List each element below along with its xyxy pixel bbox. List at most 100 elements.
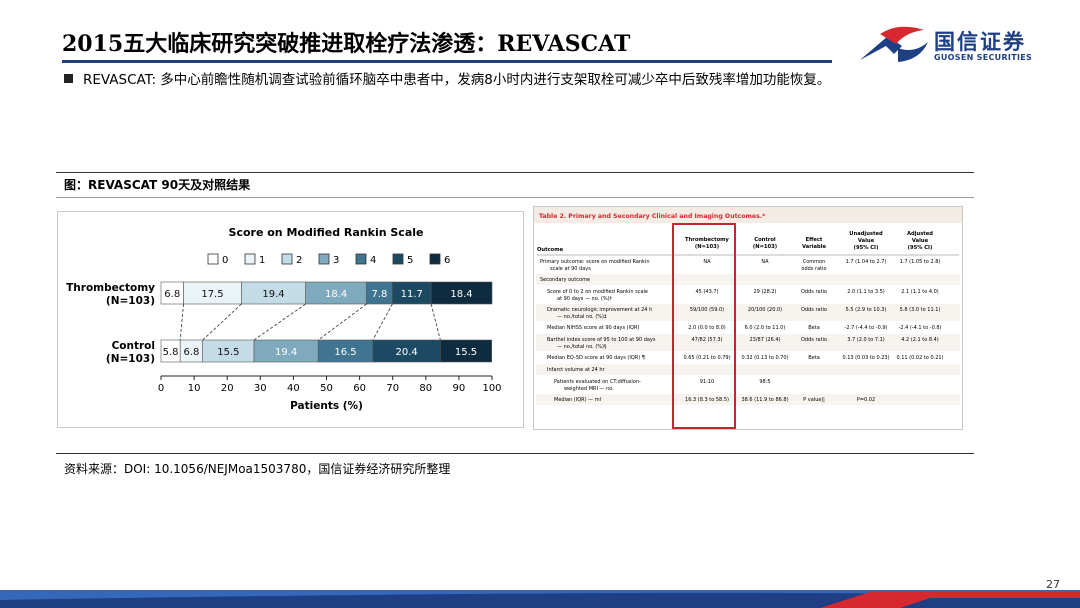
bar-label-control-mrs-0: 5.8 bbox=[163, 347, 179, 358]
logo-text-en: GUOSEN SECURITIES bbox=[934, 53, 1033, 62]
table-cell: 2.0 (1.1 to 3.5) bbox=[847, 289, 885, 295]
table-row-label: scale at 90 days bbox=[550, 266, 591, 272]
table-cell: -2.4 (-4.1 to -0.8) bbox=[899, 325, 942, 331]
row-n-control: (N=103) bbox=[106, 353, 155, 365]
table-header-col-2: Control bbox=[754, 237, 776, 243]
table-row-label: Dramatic neurologic improvement at 24 h bbox=[547, 307, 652, 313]
bar-label-thrombectomy-mrs-6: 18.4 bbox=[450, 289, 472, 300]
table-row-label: — no./total no. (%)§ bbox=[557, 344, 607, 350]
legend-label-4: 4 bbox=[370, 255, 376, 266]
legend-label-6: 6 bbox=[444, 255, 450, 266]
bar-label-thrombectomy-mrs-2: 19.4 bbox=[262, 289, 284, 300]
x-tick-label-60: 60 bbox=[353, 383, 366, 394]
x-axis-label: Patients (%) bbox=[290, 400, 363, 412]
bar-label-control-mrs-4: 16.5 bbox=[334, 347, 356, 358]
bar-label-thrombectomy-mrs-1: 17.5 bbox=[201, 289, 223, 300]
table-cell: 29 (28.2) bbox=[754, 289, 777, 295]
boundary-connector bbox=[317, 303, 367, 341]
table-cell: 1.7 (1.04 to 2.7) bbox=[846, 259, 887, 265]
footer-band bbox=[0, 590, 1080, 608]
table-header-col-5: Adjusted bbox=[907, 231, 933, 237]
table-cell: 38.6 (11.9 to 86.8) bbox=[741, 397, 788, 403]
table-row-label: Secondary outcome bbox=[540, 277, 590, 283]
legend-swatch-3 bbox=[318, 253, 330, 265]
table-cell: 20/100 (20.0) bbox=[748, 307, 782, 313]
bar-label-thrombectomy-mrs-5: 11.7 bbox=[401, 289, 423, 300]
table-cell: Odds ratio bbox=[801, 307, 827, 313]
table-header-col-1: Thrombectomy bbox=[685, 237, 730, 243]
table-cell: Beta bbox=[808, 355, 820, 361]
table-row-band bbox=[536, 274, 960, 285]
row-n-thrombectomy: (N=103) bbox=[106, 295, 155, 307]
x-tick-label-80: 80 bbox=[419, 383, 432, 394]
table-row-label: Barthel index score of 95 to 100 at 90 d… bbox=[547, 337, 656, 343]
mrs-stacked-bar-chart: Score on Modified Rankin Scale 0 1 2 3 4 5 6 6.8… bbox=[66, 226, 501, 412]
bar-label-control-mrs-6: 15.5 bbox=[455, 347, 477, 358]
table-cell: -2.7 (-4.4 to -0.9) bbox=[845, 325, 888, 331]
legend-label-0: 0 bbox=[222, 255, 228, 266]
table-cell: 4.2 (2.1 to 8.4) bbox=[901, 337, 939, 343]
table-cell: 45 (43.7) bbox=[696, 289, 719, 295]
table-row-label: weighted MRI — no. bbox=[564, 386, 614, 392]
bullet-square-icon bbox=[64, 74, 73, 83]
guosen-logo: 国信证券 GUOSEN SECURITIES bbox=[858, 24, 1038, 68]
mrs-chart-panel: Score on Modified Rankin Scale 0 1 2 3 4 5 6 6.8… bbox=[57, 211, 524, 428]
table-row-label: Median NIHSS score at 90 days (IQR) bbox=[547, 325, 640, 331]
table-cell: Beta bbox=[808, 325, 820, 331]
table-row-label: Median (IQR) — ml bbox=[554, 397, 601, 403]
bar-label-control-mrs-1: 6.8 bbox=[183, 347, 199, 358]
outcomes-table-panel: Table 2. Primary and Secondary Clinical … bbox=[533, 206, 963, 430]
table-header-col-3: Variable bbox=[802, 244, 827, 250]
table-header-col-4: Unadjusted bbox=[849, 231, 883, 237]
table-header-col-0: Outcome bbox=[537, 247, 564, 253]
table-cell: 2.0 (0.0 to 8.0) bbox=[688, 325, 726, 331]
x-tick-label-40: 40 bbox=[287, 383, 300, 394]
legend-swatch-2 bbox=[281, 253, 293, 265]
table-cell: 23/87 (26.4) bbox=[749, 337, 780, 343]
title-underline bbox=[62, 60, 832, 63]
boundary-connector bbox=[179, 303, 184, 341]
row-label-thrombectomy: Thrombectomy bbox=[66, 282, 155, 294]
table-cell: 6.0 (2.0 to 11.0) bbox=[745, 325, 786, 331]
bar-label-control-mrs-5: 20.4 bbox=[395, 347, 417, 358]
legend-label-1: 1 bbox=[259, 255, 265, 266]
table-row-label: Infarct volume at 24 hr bbox=[547, 367, 606, 373]
x-tick-label-90: 90 bbox=[453, 383, 466, 394]
row-label-control: Control bbox=[112, 340, 155, 352]
x-tick-label-20: 20 bbox=[221, 383, 234, 394]
table-cell: Odds ratio bbox=[801, 337, 827, 343]
table-row-label: at 90 days — no. (%)† bbox=[557, 296, 613, 302]
figure-caption-rule bbox=[56, 197, 974, 198]
table-row-label: — no./total no. (%)‡ bbox=[557, 314, 607, 320]
boundary-connector bbox=[202, 303, 242, 341]
table-cell: P value|| bbox=[803, 397, 825, 403]
bullet-point: REVASCAT: 多中心前瞻性随机调查试验前循环脑卒中患者中，发病8小时内进行… bbox=[64, 68, 830, 88]
x-tick-label-0: 0 bbox=[158, 383, 164, 394]
bar-label-control-mrs-3: 19.4 bbox=[275, 347, 297, 358]
table-row-label: Primary outcome: score on modified Ranki… bbox=[540, 259, 650, 265]
table-cell: 59/100 (59.0) bbox=[690, 307, 724, 313]
bar-label-thrombectomy-mrs-4: 7.8 bbox=[372, 289, 388, 300]
bar-label-thrombectomy-mrs-3: 18.4 bbox=[325, 289, 347, 300]
source-rule bbox=[56, 453, 974, 454]
table-row-label: Score of 0 to 2 on modified Rankin scale bbox=[547, 289, 648, 295]
legend-label-2: 2 bbox=[296, 255, 302, 266]
outcomes-table: Table 2. Primary and Secondary Clinical … bbox=[534, 207, 962, 429]
table-row-label: Patients evaluated on CT:diffusion- bbox=[554, 379, 641, 385]
legend-swatch-4 bbox=[355, 253, 367, 265]
table-cell: 91:10 bbox=[700, 379, 714, 385]
table-cell: 47/82 (57.3) bbox=[691, 337, 722, 343]
table-cell: NA bbox=[761, 259, 769, 265]
guosen-logo-mark-icon bbox=[860, 26, 928, 62]
table-cell: odds ratio bbox=[801, 266, 826, 272]
table-cell: Odds ratio bbox=[801, 289, 827, 295]
table-header-col-3: Effect bbox=[806, 237, 823, 243]
bar-label-thrombectomy-mrs-0: 6.8 bbox=[164, 289, 180, 300]
table-row-label: Median EQ-5D score at 90 days (IQR) ¶ bbox=[547, 355, 645, 361]
table-cell: 0.32 (0.13 to 0.70) bbox=[741, 355, 788, 361]
table-header-col-1: (N=103) bbox=[695, 244, 719, 250]
x-tick-label-30: 30 bbox=[254, 383, 267, 394]
table-cell: 5.5 (2.9 to 10.3) bbox=[846, 307, 887, 313]
table-header-col-5: (95% CI) bbox=[908, 245, 933, 251]
source-note: 资料来源：DOI: 10.1056/NEJMoa1503780，国信证券经济研究… bbox=[64, 462, 451, 476]
